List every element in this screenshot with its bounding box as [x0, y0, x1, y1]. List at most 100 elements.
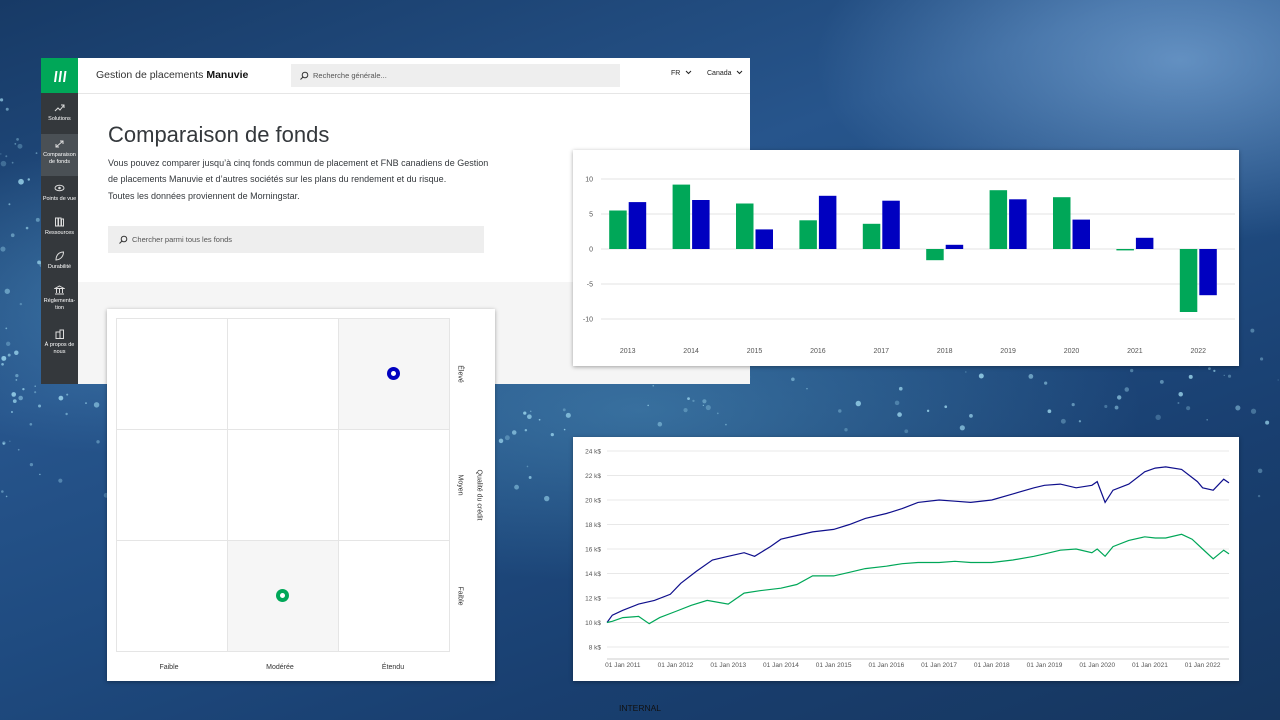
style-box-point-blue — [387, 367, 400, 380]
background-dot — [1213, 369, 1216, 373]
eye-icon — [54, 184, 65, 192]
style-box-cell — [116, 318, 228, 430]
bar-2020-s2 — [1072, 219, 1090, 249]
background-dot — [15, 379, 18, 381]
background-dot — [1186, 406, 1191, 411]
background-dot — [1227, 374, 1232, 378]
background-dot — [702, 399, 707, 404]
bar-2018-s2 — [945, 244, 964, 249]
background-dot — [93, 402, 100, 408]
search-icon — [119, 235, 128, 244]
y-tick-label: 24 k$ — [585, 449, 601, 456]
bar-2017-s2 — [882, 200, 900, 249]
sidebar-item-label: À propos de nous — [44, 342, 75, 355]
background-dot — [1188, 374, 1193, 379]
background-dot — [5, 341, 11, 346]
background-dot — [35, 217, 40, 222]
x-tick-label: 01 Jan 2020 — [1079, 662, 1115, 669]
x-tick-label: 2020 — [1064, 348, 1080, 355]
x-tick-label: 2019 — [1000, 348, 1016, 355]
background-dot — [29, 422, 33, 426]
background-dot — [34, 391, 37, 394]
bar-2021-s2 — [1135, 237, 1154, 249]
bar-2022-s2 — [1199, 249, 1217, 296]
bar-2013-s2 — [628, 202, 647, 249]
style-box-cell — [338, 540, 450, 652]
sidebar-item-label: Ressources — [44, 230, 75, 236]
background-dot — [1071, 403, 1075, 407]
background-dot — [523, 411, 527, 415]
search-placeholder: Recherche générale... — [313, 71, 387, 80]
sidebar-item-viewpoints[interactable]: Points de vue — [41, 183, 78, 203]
y-tick-label: -5 — [587, 282, 593, 289]
sidebar-item-sustainability[interactable]: Durabilité — [41, 251, 78, 271]
background-dot — [838, 409, 842, 413]
sidebar-item-fund-comparison[interactable]: Comparaison de fonds — [41, 134, 78, 176]
background-dot — [1114, 405, 1119, 410]
bar-2019-s1 — [989, 190, 1008, 249]
brand-name[interactable]: Gestion de placements Manuvie — [96, 69, 248, 81]
background-dot — [1155, 414, 1161, 421]
language-selector[interactable]: FR — [671, 70, 692, 77]
country-selector[interactable]: Canada — [707, 70, 743, 77]
background-dot — [85, 402, 87, 404]
office-icon — [55, 329, 64, 339]
y-tick-label: 10 k$ — [585, 620, 601, 627]
x-tick-label: 01 Jan 2016 — [868, 662, 904, 669]
sidebar-item-about[interactable]: À propos de nous — [41, 329, 78, 355]
background-dot — [504, 435, 510, 441]
x-tick-label: 2017 — [874, 348, 890, 355]
style-box-cell — [227, 429, 339, 541]
background-dot — [652, 384, 655, 387]
y-axis-label: Élevé — [456, 365, 464, 383]
background-dot — [1257, 468, 1263, 474]
background-dot — [34, 385, 36, 387]
background-dot — [1250, 328, 1255, 333]
sidebar-item-label: Points de vue — [42, 196, 77, 202]
x-tick-label: 2015 — [747, 348, 763, 355]
y-tick-label: 22 k$ — [585, 473, 601, 480]
background-dot — [692, 399, 695, 403]
country-value: Canada — [707, 70, 732, 77]
sidebar-item-label: Comparaison de fonds — [43, 152, 76, 165]
x-axis-label: Modérée — [266, 664, 294, 671]
chevron-down-icon — [685, 70, 692, 75]
background-dot — [1178, 391, 1183, 397]
background-dot — [1257, 494, 1261, 498]
sidebar-item-resources[interactable]: Ressources — [41, 217, 78, 237]
x-tick-label: 01 Jan 2017 — [921, 662, 957, 669]
background-dot — [1265, 420, 1270, 425]
search-icon — [300, 71, 309, 80]
series-line-2 — [606, 533, 1230, 625]
background-dot — [5, 327, 8, 330]
bar-2013-s1 — [609, 210, 627, 249]
fund-search-input[interactable]: Chercher parmi tous les fonds — [108, 226, 484, 253]
background-dot — [35, 152, 38, 154]
line-chart-svg: 24 k$ 22 k$ 20 k$ 18 k$ 16 k$ 14 k$ 12 k$ 10 k$… — [585, 449, 1230, 669]
manulife-logo[interactable] — [41, 58, 78, 93]
background-dot — [1044, 381, 1048, 385]
series-line-1 — [606, 466, 1230, 623]
background-dot — [66, 393, 69, 396]
global-search-input[interactable]: Recherche générale... — [291, 64, 620, 87]
x-tick-label: 2013 — [620, 348, 636, 355]
background-dot — [29, 462, 34, 467]
bar-2019-s2 — [1009, 199, 1027, 249]
background-dot — [528, 476, 532, 479]
background-dot — [17, 143, 23, 149]
style-box-cell — [338, 429, 450, 541]
x-axis-label: Étendu — [381, 664, 405, 671]
page-description: Vous pouvez comparer jusqu’à cinq fonds … — [108, 155, 528, 204]
background-dot — [1028, 374, 1034, 379]
background-dot — [10, 410, 13, 413]
bar-2018-s1 — [926, 249, 944, 261]
background-dot — [1235, 405, 1241, 411]
sidebar-item-regulation[interactable]: Réglementa-tion — [41, 285, 78, 311]
y-tick-label: 12 k$ — [585, 596, 601, 603]
sidebar-item-label: Durabilité — [47, 264, 72, 270]
chevron-down-icon — [737, 70, 743, 75]
books-icon — [55, 217, 64, 227]
background-dot — [1, 490, 4, 493]
sidebar-item-solutions[interactable]: Solutions — [41, 103, 78, 123]
background-dot — [0, 160, 7, 167]
